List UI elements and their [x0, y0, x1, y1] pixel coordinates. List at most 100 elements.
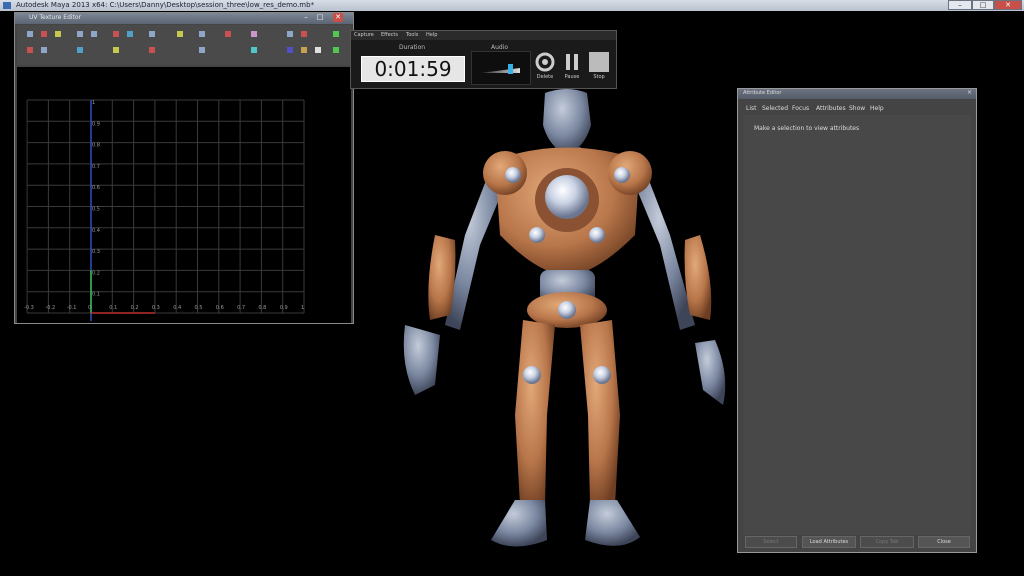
uv-maximize-button[interactable]: □	[315, 13, 325, 22]
maya-logo-icon	[3, 2, 11, 9]
uv-x-tick-label: 0	[88, 305, 91, 311]
delete-label: Delete	[536, 74, 554, 80]
ae-menu-focus[interactable]: Focus	[792, 105, 809, 112]
uv-y-tick-label: 0.8	[92, 143, 100, 149]
uv-tool-icon[interactable]	[27, 31, 33, 37]
pause-label: Pause	[564, 74, 580, 80]
uv-y-tick-label: 0.3	[92, 249, 100, 255]
uv-close-button[interactable]: ✕	[333, 13, 343, 22]
uv-tool-icon[interactable]	[251, 47, 257, 53]
capture-menu-tools[interactable]: Tools	[406, 32, 418, 38]
uv-y-tick-label: 0.2	[92, 270, 100, 276]
minimize-button[interactable]: –	[948, 0, 972, 10]
uv-y-tick-label: 0.5	[92, 207, 100, 213]
uv-tool-icon[interactable]	[301, 47, 307, 53]
uv-tool-icon[interactable]	[41, 47, 47, 53]
uv-tool-icon[interactable]	[27, 47, 33, 53]
uv-minimize-button[interactable]: –	[301, 13, 311, 22]
ae-menu-attributes[interactable]: Attributes	[816, 105, 846, 112]
app-title: Autodesk Maya 2013 x64: C:\Users\Danny\D…	[16, 1, 315, 9]
stop-label: Stop	[593, 74, 605, 80]
uv-y-tick-label: 0.9	[92, 121, 100, 127]
uv-tool-icon[interactable]	[333, 31, 339, 37]
uv-x-tick-label: 0.4	[173, 305, 181, 311]
uv-tool-icon[interactable]	[149, 31, 155, 37]
capture-menu-capture[interactable]: Capture	[354, 32, 374, 38]
uv-tool-icon[interactable]	[225, 31, 231, 37]
maximize-button[interactable]: □	[972, 0, 994, 10]
uv-x-tick-label: 0.1	[109, 305, 117, 311]
uv-tool-icon[interactable]	[149, 47, 155, 53]
select-button[interactable]: Select	[745, 536, 797, 548]
capture-toolbar[interactable]: Capture Effects Tools Help Duration 0:01…	[350, 30, 617, 89]
pause-icon	[566, 54, 578, 70]
uv-tool-icon[interactable]	[91, 31, 97, 37]
uv-toolbar	[17, 25, 351, 65]
uv-x-tick-label: -0.1	[67, 305, 77, 311]
uv-tool-icon[interactable]	[55, 31, 61, 37]
uv-x-tick-label: 0.8	[258, 305, 266, 311]
audio-volume-ramp	[480, 68, 520, 73]
uv-tool-icon[interactable]	[77, 31, 83, 37]
uv-tool-icon[interactable]	[287, 47, 293, 53]
uv-tool-icon[interactable]	[177, 31, 183, 37]
pause-button[interactable]	[562, 52, 582, 72]
ae-menu-help[interactable]: Help	[870, 105, 884, 112]
uv-x-tick-label: 0.7	[237, 305, 245, 311]
attribute-editor-title-bar[interactable]: Attribute Editor ×	[738, 89, 976, 99]
attribute-editor-title: Attribute Editor	[743, 90, 782, 96]
uv-tool-icon[interactable]	[251, 31, 257, 37]
uv-grid: 1 0.9 0.8 0.7 0.6 0.5 0.4 0.3 0.2 0.1 -0.3 -0.2 -0.1…	[24, 99, 305, 321]
uv-x-tick-label: -0.3	[24, 305, 34, 311]
uv-x-tick-label: 1	[301, 305, 304, 311]
delete-button[interactable]	[535, 52, 555, 72]
stop-icon	[589, 52, 609, 72]
uv-tool-icon[interactable]	[199, 47, 205, 53]
audio-level-meter[interactable]	[471, 51, 531, 85]
duration-label: Duration	[399, 44, 426, 51]
uv-x-tick-label: 0.3	[152, 305, 160, 311]
ae-close-button[interactable]: Close	[918, 536, 970, 548]
app-title-bar: Autodesk Maya 2013 x64: C:\Users\Danny\D…	[0, 0, 1024, 11]
uv-canvas[interactable]: 1 0.9 0.8 0.7 0.6 0.5 0.4 0.3 0.2 0.1 -0.3 -0.2 -0.1…	[17, 67, 351, 323]
stop-button[interactable]	[589, 52, 609, 72]
capture-menu-bar: Capture Effects Tools Help	[351, 31, 616, 40]
capture-menu-help[interactable]: Help	[426, 32, 437, 38]
delete-icon	[535, 52, 555, 72]
audio-volume-knob[interactable]	[508, 64, 513, 74]
uv-y-tick-label: 1	[92, 100, 95, 106]
copy-tab-button[interactable]: Copy Tab	[860, 536, 914, 548]
character-model[interactable]	[395, 85, 740, 565]
uv-y-tick-label: 0.6	[92, 185, 100, 191]
attribute-editor-panel	[743, 115, 971, 535]
ae-menu-list[interactable]: List	[746, 105, 757, 112]
uv-y-tick-label: 0.1	[92, 292, 100, 298]
attribute-editor-close-icon[interactable]: ×	[967, 89, 972, 96]
uv-tool-icon[interactable]	[315, 47, 321, 53]
uv-tool-icon[interactable]	[113, 47, 119, 53]
uv-tool-icon[interactable]	[77, 47, 83, 53]
load-attributes-button[interactable]: Load Attributes	[802, 536, 856, 548]
uv-y-tick-label: 0.4	[92, 228, 100, 234]
uv-tool-icon[interactable]	[127, 31, 133, 37]
attribute-editor[interactable]: Attribute Editor × List Selected Focus A…	[737, 88, 977, 553]
uv-x-tick-label: 0.9	[280, 305, 288, 311]
attribute-editor-message: Make a selection to view attributes	[754, 125, 860, 132]
close-button[interactable]: ✕	[994, 0, 1022, 10]
uv-x-tick-label: 0.6	[216, 305, 224, 311]
uv-tool-icon[interactable]	[199, 31, 205, 37]
uv-x-tick-label: 0.5	[195, 305, 203, 311]
ae-menu-selected[interactable]: Selected	[762, 105, 788, 112]
uv-editor-title: UV Texture Editor	[29, 14, 82, 21]
uv-x-tick-label: 0.2	[131, 305, 139, 311]
uv-tool-icon[interactable]	[287, 31, 293, 37]
uv-tool-icon[interactable]	[41, 31, 47, 37]
uv-texture-editor[interactable]: UV Texture Editor – □ ✕ 1 0.9 0.8 0.7 0.6 0.5…	[14, 12, 354, 324]
audio-label: Audio	[491, 44, 509, 51]
uv-tool-icon[interactable]	[301, 31, 307, 37]
ae-menu-show[interactable]: Show	[849, 105, 865, 112]
uv-editor-title-bar[interactable]: UV Texture Editor – □ ✕	[15, 13, 353, 24]
capture-menu-effects[interactable]: Effects	[381, 32, 398, 38]
uv-tool-icon[interactable]	[333, 47, 339, 53]
uv-tool-icon[interactable]	[113, 31, 119, 37]
